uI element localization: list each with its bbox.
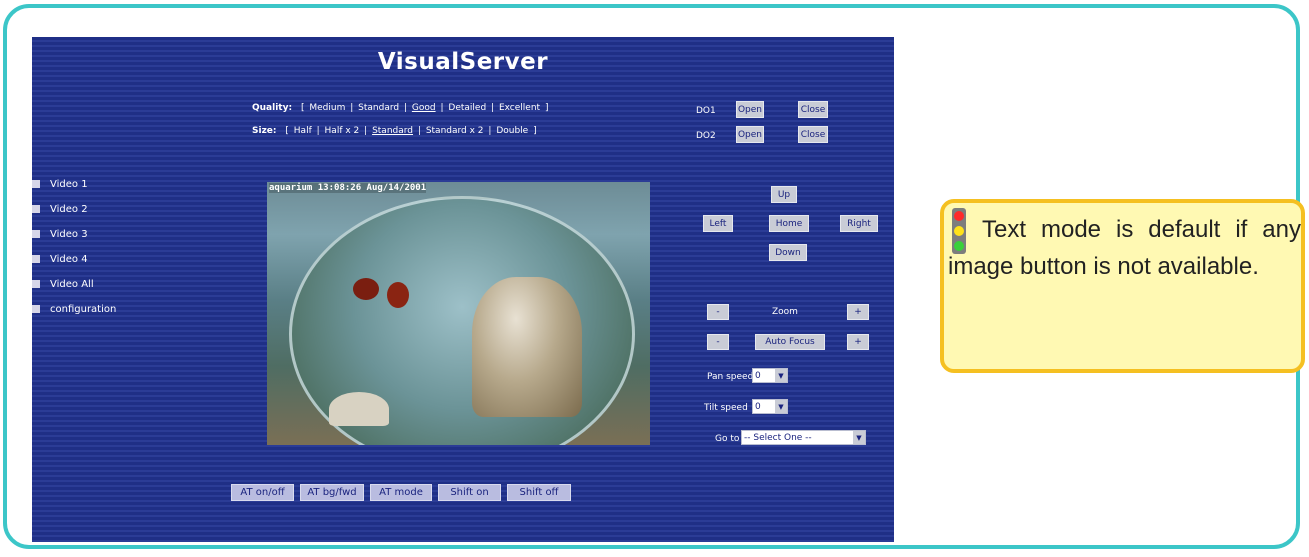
- menu-item-video-2[interactable]: Video 2: [32, 202, 88, 216]
- do2-close-button[interactable]: Close: [798, 126, 828, 143]
- video-timestamp: aquarium 13:08:26 Aug/14/2001: [269, 183, 427, 193]
- quality-option-medium[interactable]: Medium: [309, 103, 345, 113]
- focus-plus-button[interactable]: +: [847, 334, 869, 350]
- zoom-in-button[interactable]: +: [847, 304, 869, 320]
- ptz-left-button[interactable]: Left: [703, 215, 733, 232]
- chevron-down-icon: ▼: [775, 400, 787, 413]
- size-option-standard-x2[interactable]: Standard x 2: [426, 126, 484, 136]
- quality-label: Quality:: [252, 103, 293, 113]
- bullet-icon: [32, 205, 40, 213]
- tilt-speed-select[interactable]: 0 ▼: [752, 399, 788, 414]
- ptz-down-button[interactable]: Down: [769, 244, 807, 261]
- quality-option-good[interactable]: Good: [412, 103, 436, 113]
- bullet-icon: [32, 180, 40, 188]
- fish-image: [387, 282, 409, 308]
- ptz-right-button[interactable]: Right: [840, 215, 878, 232]
- at-mode-button[interactable]: AT mode: [370, 484, 432, 501]
- size-row: Size: [ Half | Half x 2 | Standard | Sta…: [252, 126, 537, 136]
- aquarium-rocks-image: [472, 277, 582, 417]
- bullet-icon: [32, 280, 40, 288]
- zoom-out-button[interactable]: -: [707, 304, 729, 320]
- shell-image: [329, 392, 389, 426]
- quality-row: Quality: [ Medium | Standard | Good | De…: [252, 103, 549, 113]
- chevron-down-icon: ▼: [853, 431, 865, 444]
- size-option-standard[interactable]: Standard: [372, 126, 413, 136]
- tilt-speed-label: Tilt speed: [704, 403, 748, 413]
- pan-speed-select[interactable]: 0 ▼: [752, 368, 788, 383]
- quality-option-detailed[interactable]: Detailed: [448, 103, 486, 113]
- size-option-half-x2[interactable]: Half x 2: [325, 126, 360, 136]
- auto-focus-button[interactable]: Auto Focus: [755, 334, 825, 350]
- fish-image: [353, 278, 379, 300]
- size-option-half[interactable]: Half: [294, 126, 312, 136]
- quality-option-standard[interactable]: Standard: [358, 103, 399, 113]
- shift-off-button[interactable]: Shift off: [507, 484, 571, 501]
- ptz-home-button[interactable]: Home: [769, 215, 809, 232]
- size-option-double[interactable]: Double: [496, 126, 528, 136]
- menu-item-video-4[interactable]: Video 4: [32, 252, 88, 266]
- pan-speed-label: Pan speed: [707, 372, 754, 382]
- size-label: Size:: [252, 126, 277, 136]
- visualserver-panel: VisualServer Quality: [ Medium | Standar…: [32, 37, 894, 542]
- bullet-icon: [32, 255, 40, 263]
- page-title: VisualServer: [377, 49, 549, 75]
- menu-item-video-all[interactable]: Video All: [32, 277, 94, 291]
- quality-option-excellent[interactable]: Excellent: [499, 103, 540, 113]
- shift-on-button[interactable]: Shift on: [438, 484, 501, 501]
- bullet-icon: [32, 230, 40, 238]
- menu-item-configuration[interactable]: configuration: [32, 302, 116, 316]
- at-onoff-button[interactable]: AT on/off: [231, 484, 294, 501]
- goto-select[interactable]: -- Select One -- ▼: [741, 430, 866, 445]
- bullet-icon: [32, 305, 40, 313]
- do1-open-button[interactable]: Open: [736, 101, 764, 118]
- focus-minus-button[interactable]: -: [707, 334, 729, 350]
- do2-open-button[interactable]: Open: [736, 126, 764, 143]
- ptz-up-button[interactable]: Up: [771, 186, 797, 203]
- menu-item-video-3[interactable]: Video 3: [32, 227, 88, 241]
- camera-video-feed[interactable]: aquarium 13:08:26 Aug/14/2001: [267, 182, 650, 445]
- chevron-down-icon: ▼: [775, 369, 787, 382]
- menu-item-video-1[interactable]: Video 1: [32, 177, 88, 191]
- do1-close-button[interactable]: Close: [798, 101, 828, 118]
- note-text: Text mode is default if any image button…: [948, 216, 1301, 280]
- info-note: Text mode is default if any image button…: [940, 199, 1305, 373]
- do1-label: DO1: [696, 106, 716, 116]
- at-bgfwd-button[interactable]: AT bg/fwd: [300, 484, 364, 501]
- do2-label: DO2: [696, 131, 716, 141]
- zoom-label: Zoom: [772, 307, 798, 317]
- goto-label: Go to: [715, 434, 740, 444]
